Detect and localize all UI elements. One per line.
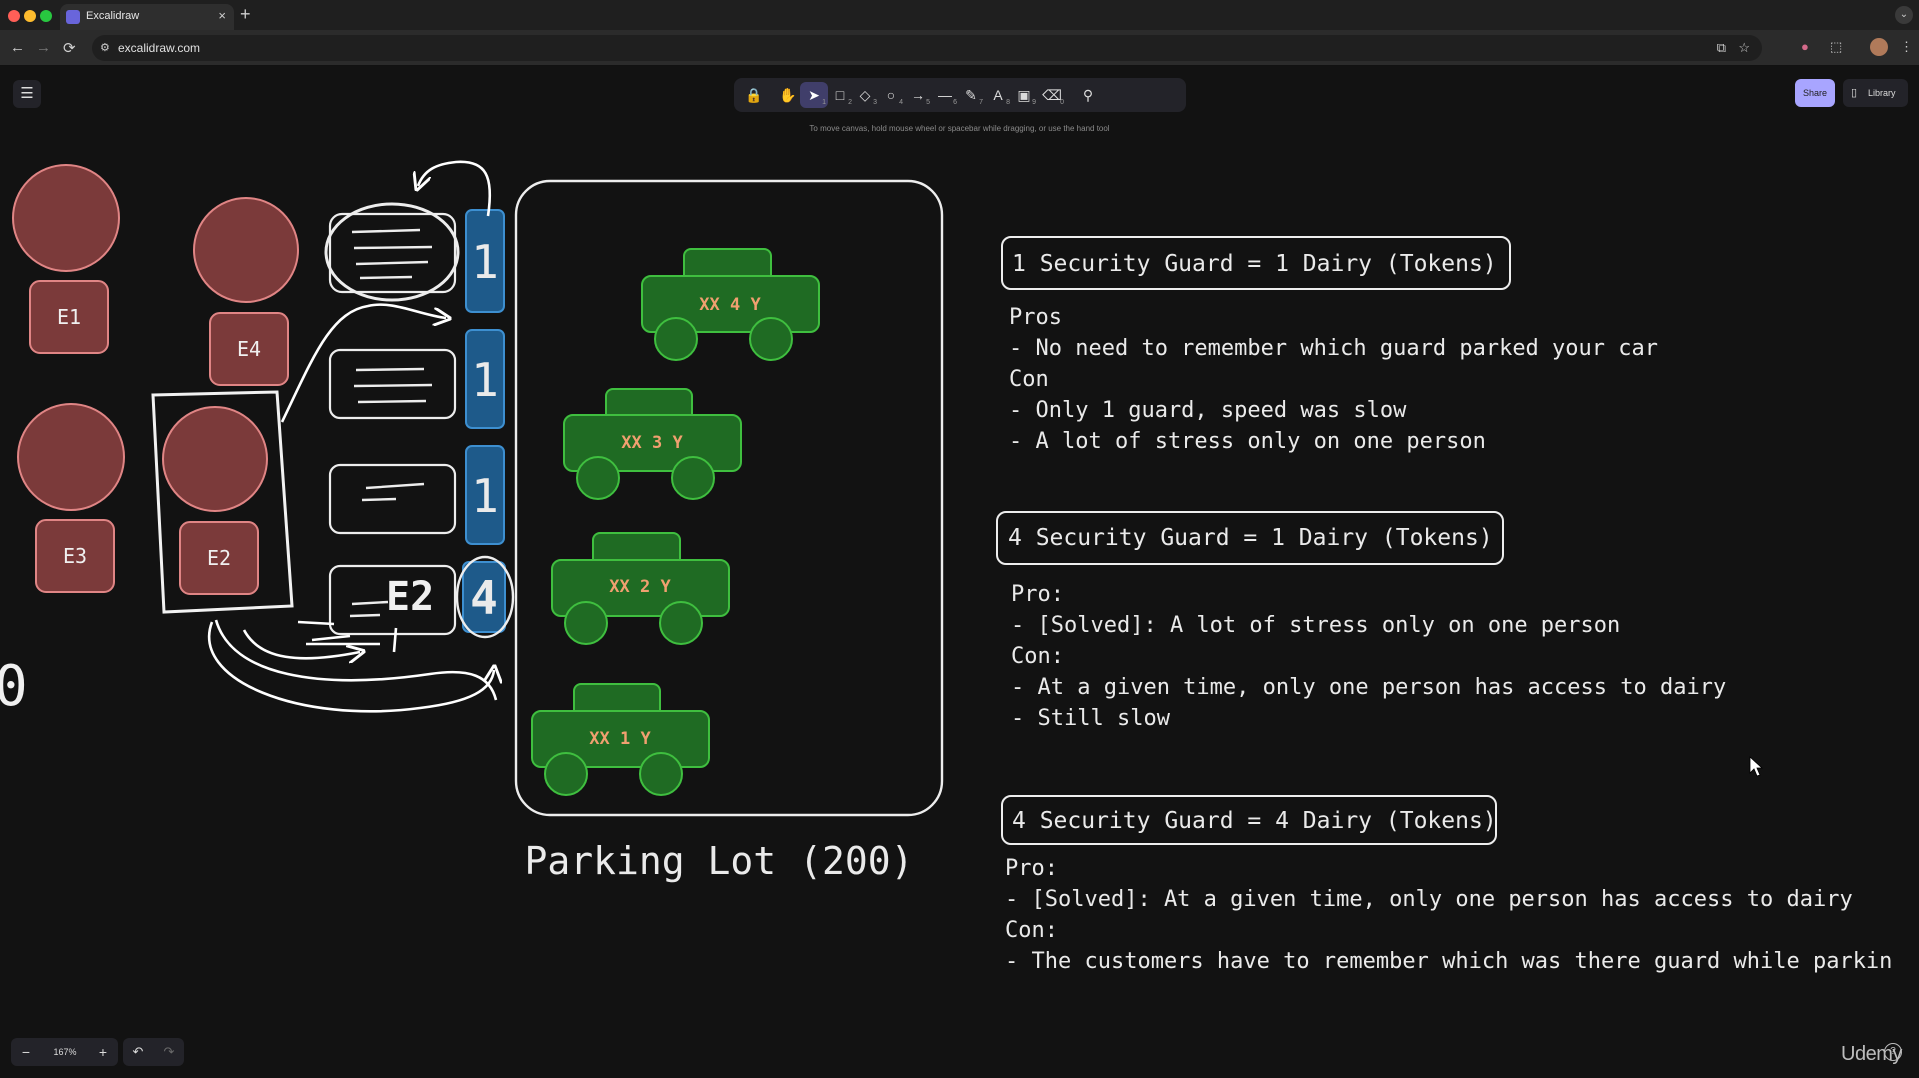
parking-lot-title: Parking Lot (200) xyxy=(525,839,914,883)
maximize-window-icon[interactable] xyxy=(40,10,52,22)
car-wheel xyxy=(544,752,588,796)
car-wheel xyxy=(749,317,793,361)
browser-tab-bar: Excalidraw × + ⌄ xyxy=(0,0,1919,30)
note-line: - Still slow xyxy=(1011,706,1171,731)
undo-button[interactable]: ↶ xyxy=(123,1038,153,1066)
car-wheel xyxy=(659,601,703,645)
note-block-2[interactable]: 4 Security Guard = 1 Dairy (Tokens) Pro:… xyxy=(996,511,1726,731)
guard-counter[interactable] xyxy=(328,212,457,294)
note-heading: 1 Security Guard = 1 Dairy (Tokens) xyxy=(1012,251,1497,277)
scribble-lines xyxy=(361,482,425,502)
car-wheel xyxy=(639,752,683,796)
mouse-cursor-icon xyxy=(1749,756,1764,777)
browser-toolbar: ← → ⟳ ⚙ excalidraw.com ⧉ ☆ ● ⬚ ⋮ xyxy=(0,30,1919,66)
profile-avatar[interactable] xyxy=(1870,38,1888,56)
history-controls: ↶ ↷ xyxy=(123,1038,184,1066)
note-heading: 4 Security Guard = 4 Dairy (Tokens) xyxy=(1012,808,1497,834)
scribble-lines xyxy=(353,367,433,404)
close-window-icon[interactable] xyxy=(8,10,20,22)
note-line: Con: xyxy=(1005,918,1058,943)
scribble-marks xyxy=(392,627,398,653)
car-plate: XX 1 Y xyxy=(589,729,651,749)
car-wheel xyxy=(654,317,698,361)
redo-button[interactable]: ↷ xyxy=(154,1038,184,1066)
token-label: 1 xyxy=(471,235,499,289)
note-line: Pro: xyxy=(1011,582,1064,607)
highlight-ellipse[interactable] xyxy=(324,202,460,302)
install-app-icon[interactable]: ⧉ xyxy=(1717,40,1726,56)
note-line: - [Solved]: At a given time, only one pe… xyxy=(1005,887,1853,912)
customer-circle[interactable] xyxy=(12,164,120,272)
note-block-1[interactable]: 1 Security Guard = 1 Dairy (Tokens) Pros… xyxy=(1001,236,1658,454)
tab-title: Excalidraw xyxy=(86,10,140,22)
car-plate: XX 4 Y xyxy=(699,295,761,315)
tab-search-icon[interactable]: ⌄ xyxy=(1895,6,1913,24)
employee-label-e1: E1 xyxy=(57,305,81,329)
excalidraw-favicon-icon xyxy=(66,10,80,24)
car-xx3y[interactable]: XX 3 Y xyxy=(563,388,742,500)
site-settings-icon[interactable]: ⚙ xyxy=(100,41,110,54)
address-bar[interactable]: ⚙ excalidraw.com ⧉ ☆ xyxy=(92,35,1762,61)
employee-label-e2: E2 xyxy=(207,546,231,570)
employee-label-e3: E3 xyxy=(63,544,87,568)
forward-button[interactable]: → xyxy=(36,39,51,56)
token-columns: 1 1 1 4 xyxy=(455,209,515,639)
extension-color-icon[interactable]: ● xyxy=(1801,39,1809,54)
note-line: - The customers have to remember which w… xyxy=(1005,949,1892,974)
note-line: Con: xyxy=(1011,644,1064,669)
car-wheel xyxy=(671,456,715,500)
token-label: 1 xyxy=(471,469,499,523)
note-line: - [Solved]: A lot of stress only on one … xyxy=(1011,613,1620,638)
browser-tab[interactable]: Excalidraw × xyxy=(60,4,234,30)
customer-circle[interactable] xyxy=(193,197,299,303)
counter-label-e2: E2 xyxy=(386,574,434,620)
flow-arrow[interactable] xyxy=(280,303,446,423)
guard-counter[interactable] xyxy=(328,348,457,420)
minimize-window-icon[interactable] xyxy=(24,10,36,22)
customer-circle[interactable] xyxy=(162,406,268,512)
partial-number: 0 xyxy=(0,654,28,719)
note-block-3[interactable]: 4 Security Guard = 4 Dairy (Tokens) Pro:… xyxy=(1001,795,1892,974)
note-line: - No need to remember which guard parked… xyxy=(1009,336,1658,361)
car-xx1y[interactable]: XX 1 Y xyxy=(531,683,710,796)
note-heading: 4 Security Guard = 1 Dairy (Tokens) xyxy=(1008,525,1493,551)
car-xx2y[interactable]: XX 2 Y xyxy=(551,532,730,645)
note-line: - Only 1 guard, speed was slow xyxy=(1009,398,1407,423)
scribble-lines xyxy=(351,228,433,280)
car-wheel xyxy=(564,601,608,645)
new-tab-button[interactable]: + xyxy=(240,4,251,25)
extensions-puzzle-icon[interactable]: ⬚ xyxy=(1830,39,1842,55)
tab-close-icon[interactable]: × xyxy=(218,8,226,23)
flow-arrow[interactable] xyxy=(208,621,494,713)
note-line: Pros xyxy=(1009,305,1062,330)
reload-button[interactable]: ⟳ xyxy=(63,39,76,57)
customer-circle[interactable] xyxy=(17,403,125,511)
zoom-controls: − 167% + xyxy=(11,1038,118,1066)
bookmark-star-icon[interactable]: ☆ xyxy=(1738,40,1750,56)
url-text: excalidraw.com xyxy=(118,41,201,55)
back-button[interactable]: ← xyxy=(10,39,25,56)
zoom-in-button[interactable]: + xyxy=(88,1038,118,1066)
employee-label-e4: E4 xyxy=(237,337,261,361)
flow-curve[interactable] xyxy=(214,619,498,701)
guard-counters: E2 xyxy=(324,202,460,636)
flow-arrow[interactable] xyxy=(418,160,492,217)
zoom-level-button[interactable]: 167% xyxy=(43,1038,87,1066)
note-line: Pro: xyxy=(1005,856,1058,881)
drawing-canvas[interactable]: E1 E4 E3 E2 0 E2 1 1 1 4 Parking Lot (20… xyxy=(0,66,1919,1036)
car-plate: XX 3 Y xyxy=(621,433,683,453)
help-icon[interactable]: ? xyxy=(1884,1043,1902,1061)
car-plate: XX 2 Y xyxy=(609,577,671,597)
car-xx4y[interactable]: XX 4 Y xyxy=(641,248,820,361)
note-line: - A lot of stress only on one person xyxy=(1009,429,1486,454)
token-label: 1 xyxy=(471,353,499,407)
car-wheel xyxy=(576,456,620,500)
note-line: Con xyxy=(1009,367,1049,392)
zoom-out-button[interactable]: − xyxy=(11,1038,41,1066)
token-label: 4 xyxy=(470,571,498,625)
browser-menu-icon[interactable]: ⋮ xyxy=(1900,39,1913,55)
scribble-lines xyxy=(349,600,389,618)
note-line: - At a given time, only one person has a… xyxy=(1011,675,1726,700)
